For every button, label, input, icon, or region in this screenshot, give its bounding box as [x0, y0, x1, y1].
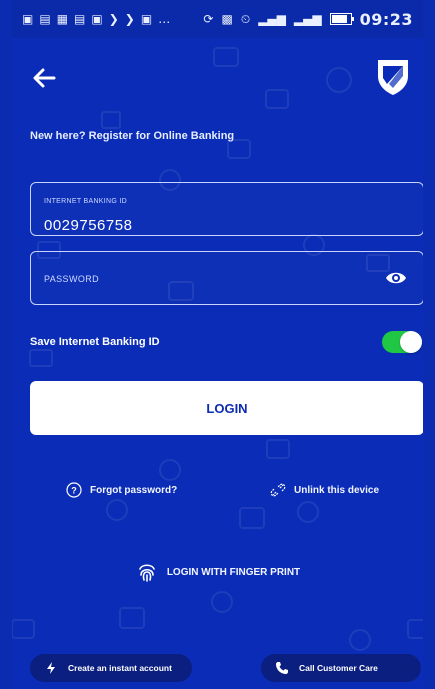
eye-icon[interactable] — [385, 270, 407, 286]
alarm-icon: ⏲ — [240, 11, 251, 26]
app-notification-icon: ❯ — [124, 12, 135, 26]
app-notification-icon: ▤ — [39, 12, 51, 26]
unlink-icon — [270, 483, 286, 497]
register-link[interactable]: New here? Register for Online Banking — [30, 130, 234, 142]
fingerprint-icon — [139, 564, 155, 582]
call-customer-care-label: Call Customer Care — [299, 663, 378, 673]
bolt-icon — [47, 662, 55, 674]
save-banking-id-toggle[interactable] — [382, 331, 422, 353]
unlink-device-link[interactable]: Unlink this device — [270, 482, 379, 498]
signal-2-icon: ▂▄▆ — [293, 12, 322, 26]
fingerprint-login-button[interactable]: LOGIN WITH FINGER PRINT — [12, 560, 423, 584]
app-notification-icon: ▣ — [91, 12, 103, 26]
call-customer-care-button[interactable]: Call Customer Care — [261, 654, 421, 682]
app-notification-icon: ▣ — [140, 12, 153, 26]
help-links: ? Forgot password? Unlink this device — [12, 482, 423, 502]
unlink-device-label: Unlink this device — [294, 484, 380, 496]
app-notification-icon: ▦ — [56, 12, 69, 26]
app-notification-icon: ▤ — [74, 12, 86, 26]
login-button[interactable]: LOGIN — [30, 381, 423, 435]
fingerprint-login-label: LOGIN WITH FINGER PRINT — [166, 566, 301, 578]
login-screen: ▣ ▤ ▦ ▤ ▣ ❯ ❯ ▣ … ⟳ ▩ ⏲ ▂▄▆ ▂▄▆ 09:23 Ne… — [12, 0, 423, 689]
app-notification-icon: ▣ — [22, 12, 34, 26]
toggle-knob — [400, 331, 422, 353]
status-bar: ▣ ▤ ▦ ▤ ▣ ❯ ❯ ▣ … ⟳ ▩ ⏲ ▂▄▆ ▂▄▆ 09:23 — [12, 0, 423, 38]
system-icons: ⟳ ▩ ⏲ ▂▄▆ ▂▄▆ 09:23 — [203, 10, 413, 29]
signal-icon: ▂▄▆ — [258, 12, 286, 26]
clock-time: 09:23 — [359, 9, 413, 29]
phone-icon — [276, 662, 288, 674]
question-circle-icon: ? — [66, 482, 82, 498]
cast-icon: ▩ — [221, 12, 233, 26]
battery-fill — [331, 15, 347, 23]
arrow-left-icon[interactable] — [30, 64, 58, 92]
password-placeholder: PASSWORD — [44, 274, 100, 284]
screen-rotate-icon: ⟳ — [203, 12, 214, 26]
create-account-button[interactable]: Create an instant account — [30, 654, 192, 682]
internet-banking-id-field[interactable]: INTERNET BANKING ID 0029756758 — [30, 182, 423, 236]
banking-id-label: INTERNET BANKING ID — [44, 198, 127, 205]
more-notifications-icon: … — [158, 12, 171, 26]
app-notification-icon: ❯ — [108, 12, 119, 26]
bank-shield-logo — [378, 60, 408, 95]
save-banking-id-label: Save Internet Banking ID — [30, 336, 160, 348]
forgot-password-link[interactable]: ? Forgot password? — [66, 482, 177, 498]
forgot-password-label: Forgot password? — [90, 484, 178, 496]
header — [12, 56, 423, 100]
banking-id-value: 0029756758 — [44, 217, 133, 234]
battery-icon — [329, 13, 354, 25]
notification-icons: ▣ ▤ ▦ ▤ ▣ ❯ ❯ ▣ … — [22, 12, 170, 26]
password-field[interactable]: PASSWORD — [30, 251, 423, 305]
create-account-label: Create an instant account — [68, 663, 172, 673]
svg-text:?: ? — [71, 486, 77, 496]
save-banking-id-row: Save Internet Banking ID — [30, 331, 422, 356]
